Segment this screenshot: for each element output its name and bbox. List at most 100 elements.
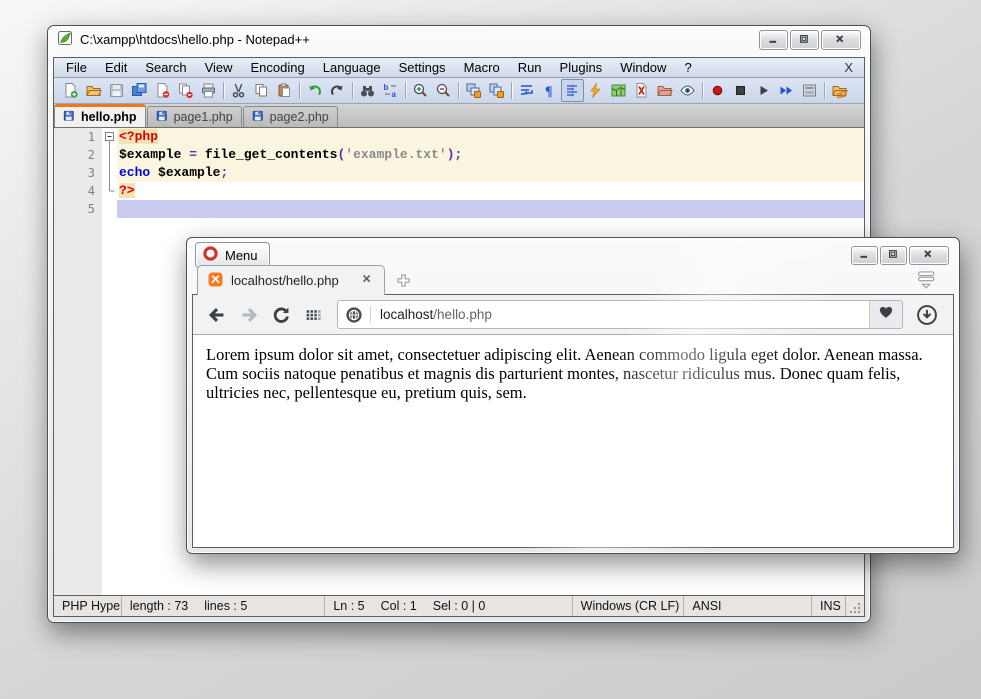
menu-item-item[interactable]: ?	[675, 59, 700, 76]
forward-button[interactable]	[237, 303, 261, 327]
save-button[interactable]	[105, 79, 128, 102]
code-token: =	[189, 147, 197, 162]
menu-item-edit[interactable]: Edit	[96, 59, 136, 76]
line-number: 4	[54, 182, 95, 200]
close-all-button[interactable]	[174, 79, 197, 102]
copy-button[interactable]	[250, 79, 273, 102]
doc-map-button[interactable]	[607, 79, 630, 102]
undo-button[interactable]	[303, 79, 326, 102]
close-button[interactable]	[909, 246, 949, 265]
close-button[interactable]	[821, 30, 861, 50]
replace-button[interactable]: ba	[379, 79, 402, 102]
opera-window: Menu localhost/hello.php	[186, 237, 960, 554]
tab-page2-php[interactable]: page2.php	[243, 106, 338, 127]
menu-item-run[interactable]: Run	[509, 59, 551, 76]
show-all-chars-button[interactable]: ¶	[538, 79, 561, 102]
cut-button[interactable]	[227, 79, 250, 102]
macro-record-button[interactable]	[706, 79, 729, 102]
close-button[interactable]	[151, 79, 174, 102]
npp-toolbar: ba ¶	[54, 78, 864, 104]
word-wrap-button[interactable]	[515, 79, 538, 102]
tab-page1-php[interactable]: page1.php	[147, 106, 242, 127]
tab-hello-php[interactable]: hello.php	[54, 104, 146, 127]
fold-marker-icon[interactable]	[102, 128, 117, 218]
address-bar[interactable]: localhost/hello.php	[337, 300, 903, 329]
folder-workspace-button[interactable]	[653, 79, 676, 102]
tab-close-icon[interactable]	[360, 272, 375, 290]
tab-label: page1.php	[174, 110, 233, 124]
menu-item-window[interactable]: Window	[611, 59, 675, 76]
sync-h-button[interactable]	[485, 79, 508, 102]
open-button[interactable]	[82, 79, 105, 102]
code-token: file_get_contents	[197, 147, 337, 162]
toolbar-separator	[458, 82, 459, 99]
tab-label: hello.php	[81, 110, 137, 124]
npp-close-document-button[interactable]: X	[833, 60, 864, 75]
code-token: ?>	[119, 183, 135, 198]
status-insert-mode[interactable]: INS	[812, 596, 846, 616]
status-doc-type: PHP Hyperte	[54, 596, 122, 616]
menu-item-language[interactable]: Language	[314, 59, 390, 76]
back-button[interactable]	[205, 303, 229, 327]
menu-item-view[interactable]: View	[196, 59, 242, 76]
svg-text:¶: ¶	[545, 85, 553, 100]
resize-grip-icon[interactable]	[846, 596, 864, 616]
line-number: 3	[54, 164, 95, 182]
status-length-lines: length : 73lines : 5	[122, 596, 325, 616]
macro-run-multiple-button[interactable]	[775, 79, 798, 102]
new-tab-button[interactable]	[394, 271, 413, 295]
menu-item-plugins[interactable]: Plugins	[551, 59, 612, 76]
save-all-button[interactable]	[128, 79, 151, 102]
new-file-button[interactable]	[59, 79, 82, 102]
opera-window-controls	[851, 246, 949, 265]
npp-statusbar: PHP Hyperte length : 73lines : 5 Ln : 5C…	[54, 595, 864, 616]
redo-button[interactable]	[326, 79, 349, 102]
code-line: ?>	[117, 182, 864, 200]
reload-button[interactable]	[269, 303, 293, 327]
minimize-button[interactable]	[759, 30, 788, 50]
zoom-out-button[interactable]	[432, 79, 455, 102]
menu-item-encoding[interactable]: Encoding	[242, 59, 314, 76]
site-badge-icon[interactable]	[345, 306, 363, 324]
maximize-button[interactable]	[880, 246, 907, 265]
tab-list-button[interactable]	[913, 269, 937, 294]
doc-switcher-button[interactable]	[630, 79, 653, 102]
xampp-favicon-icon	[207, 271, 224, 291]
menu-item-settings[interactable]: Settings	[390, 59, 455, 76]
status-eol-format[interactable]: Windows (CR LF)	[573, 596, 685, 616]
bookmark-button[interactable]	[869, 301, 902, 328]
minimize-button[interactable]	[851, 246, 878, 265]
address-text[interactable]: localhost/hello.php	[380, 307, 869, 322]
speed-dial-button[interactable]	[301, 303, 325, 327]
monitor-button[interactable]	[676, 79, 699, 102]
toolbar-separator	[405, 82, 406, 99]
zoom-in-button[interactable]	[409, 79, 432, 102]
status-encoding[interactable]: ANSI	[684, 596, 812, 616]
indent-guide-button[interactable]	[561, 79, 584, 102]
menu-item-file[interactable]: File	[57, 59, 96, 76]
toolbar-separator	[824, 82, 825, 99]
menu-item-search[interactable]: Search	[136, 59, 195, 76]
macro-play-button[interactable]	[752, 79, 775, 102]
sync-v-button[interactable]	[462, 79, 485, 102]
find-button[interactable]	[356, 79, 379, 102]
code-line: echo $example;	[117, 164, 864, 182]
print-button[interactable]	[197, 79, 220, 102]
macro-stop-button[interactable]	[729, 79, 752, 102]
saved-file-icon	[156, 110, 170, 124]
opera-tab[interactable]: localhost/hello.php	[197, 265, 385, 295]
function-list-button[interactable]	[584, 79, 607, 102]
download-button[interactable]	[913, 301, 941, 329]
paste-button[interactable]	[273, 79, 296, 102]
menu-item-macro[interactable]: Macro	[455, 59, 509, 76]
line-number-margin: 12345	[54, 128, 102, 595]
code-token: ;	[220, 165, 228, 180]
macro-save-button[interactable]	[798, 79, 821, 102]
maximize-button[interactable]	[790, 30, 819, 50]
opera-titlebar[interactable]: Menu	[187, 238, 959, 268]
fold-margin[interactable]	[102, 128, 117, 595]
code-token: <?php	[119, 129, 158, 144]
open-containing-folder-button[interactable]	[828, 79, 851, 102]
svg-text:a: a	[392, 90, 397, 99]
npp-titlebar[interactable]: C:\xampp\htdocs\hello.php - Notepad++	[48, 26, 870, 53]
